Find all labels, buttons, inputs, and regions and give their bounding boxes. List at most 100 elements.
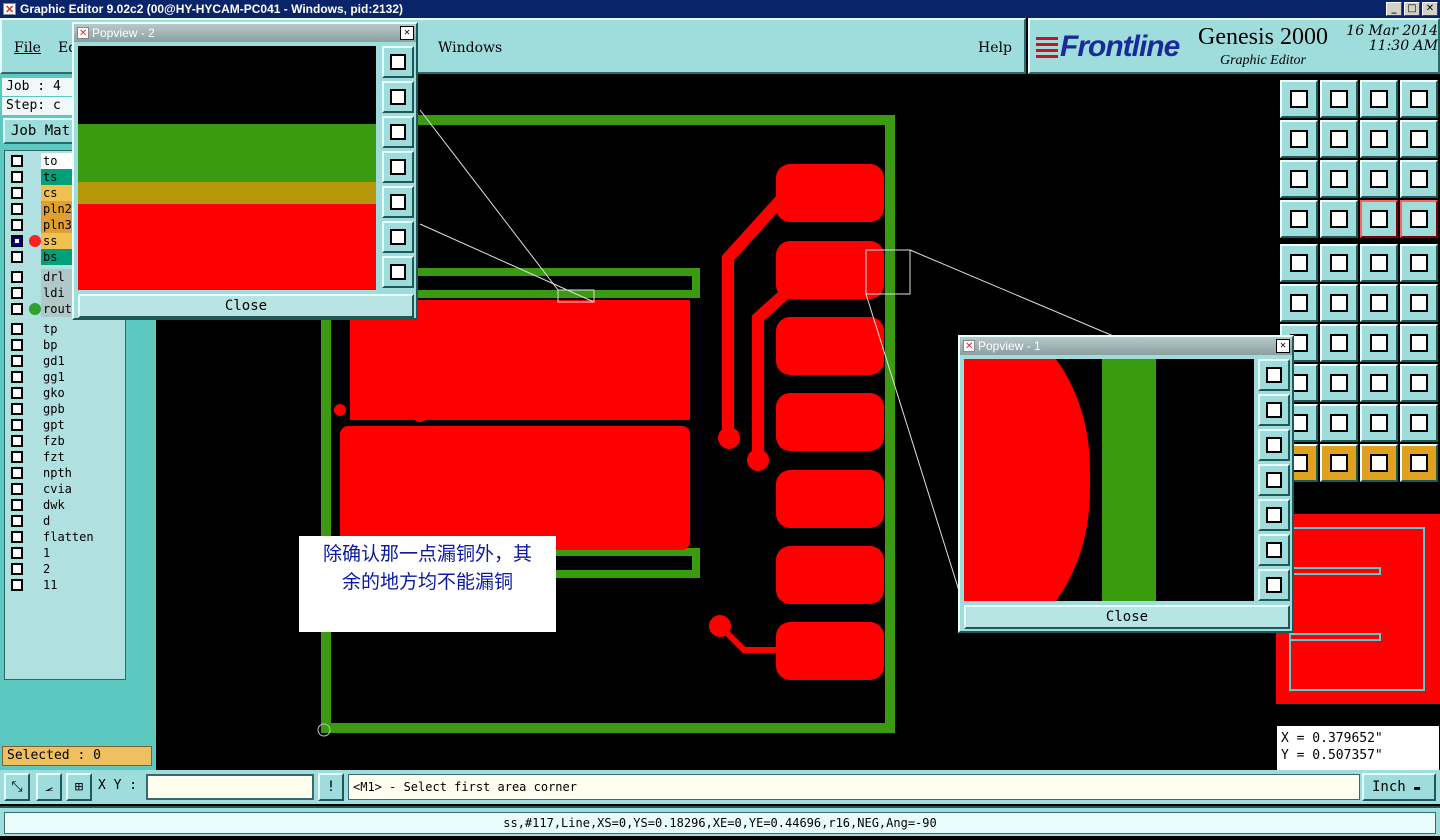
layer-swap-button[interactable] <box>1400 200 1438 238</box>
layer-checkbox[interactable] <box>11 467 23 479</box>
settings-button[interactable] <box>1280 200 1318 238</box>
popview-2-page-left-button[interactable] <box>382 151 414 183</box>
layer-checkbox[interactable] <box>11 251 23 263</box>
layer-name[interactable]: bp <box>41 337 125 353</box>
popview-2-close-button[interactable]: Close <box>78 294 414 318</box>
mini-map[interactable] <box>1276 514 1440 724</box>
units-dropdown[interactable]: Inch ▬ <box>1362 773 1436 801</box>
layer-name[interactable]: gpt <box>41 417 125 433</box>
layer-name[interactable]: 11 <box>41 577 125 593</box>
measure-icon[interactable]: ⦟ <box>36 773 62 801</box>
pan-left-button[interactable] <box>1280 120 1318 158</box>
layer-checkbox[interactable] <box>11 155 23 167</box>
help-button[interactable] <box>1400 160 1438 198</box>
popview-2-zoom-reset-button[interactable] <box>382 46 414 78</box>
maximize-button[interactable]: □ <box>1404 2 1420 16</box>
grid-button[interactable] <box>1320 200 1358 238</box>
add-pad-button[interactable] <box>1280 244 1318 282</box>
fillet-button[interactable] <box>1400 404 1438 442</box>
zoom-in-button[interactable] <box>1320 80 1358 118</box>
window-split-button[interactable] <box>1400 80 1438 118</box>
layer-name[interactable]: cvia <box>41 481 125 497</box>
layer-checkbox[interactable] <box>11 339 23 351</box>
layer-checkbox[interactable] <box>11 451 23 463</box>
layer-row-11[interactable]: 11 <box>7 577 125 593</box>
popview-2-page-up-button[interactable] <box>382 81 414 113</box>
layer-checkbox[interactable] <box>11 531 23 543</box>
layer-checkbox[interactable] <box>11 419 23 431</box>
pan-right-button[interactable] <box>1320 120 1358 158</box>
layer-checkbox[interactable] <box>11 483 23 495</box>
layer-name[interactable]: gd1 <box>41 353 125 369</box>
layer-checkbox[interactable] <box>11 219 23 231</box>
layer-row-gpt[interactable]: gpt <box>7 417 125 433</box>
arc-button[interactable] <box>1360 324 1398 362</box>
popview-1-page-left-button[interactable] <box>1258 464 1290 496</box>
center-button[interactable] <box>1320 160 1358 198</box>
layer-row-dwk[interactable]: dwk <box>7 497 125 513</box>
layer-row-gd1[interactable]: gd1 <box>7 353 125 369</box>
layer-name[interactable]: flatten <box>41 529 125 545</box>
layer-checkbox[interactable] <box>11 287 23 299</box>
draw-line-button[interactable] <box>1320 324 1358 362</box>
layer-row-gko[interactable]: gko <box>7 385 125 401</box>
menu-windows[interactable]: Windows <box>438 40 502 56</box>
layer-name[interactable]: npth <box>41 465 125 481</box>
select-box-button[interactable] <box>1320 444 1358 482</box>
undo-zoom-button[interactable] <box>1360 120 1398 158</box>
cross-arc-button[interactable] <box>1360 404 1398 442</box>
layer-checkbox[interactable] <box>11 171 23 183</box>
layer-row-2[interactable]: 2 <box>7 561 125 577</box>
connect-points-button[interactable] <box>1280 284 1318 322</box>
popview-2-zoom-fit-button[interactable] <box>382 221 414 253</box>
text-button[interactable] <box>1400 324 1438 362</box>
layer-name[interactable]: fzb <box>41 433 125 449</box>
home-view-button[interactable] <box>1280 80 1318 118</box>
layer-checkbox[interactable] <box>11 499 23 511</box>
popview-2-close-x[interactable]: ✕ <box>400 26 414 40</box>
zoom-area-icon[interactable]: ⤡ <box>4 773 30 801</box>
layer-row-bp[interactable]: bp <box>7 337 125 353</box>
resize-button[interactable] <box>1360 364 1398 402</box>
alert-icon[interactable]: ! <box>318 773 344 801</box>
window-close-button[interactable]: ✕ <box>1422 2 1438 16</box>
layer-checkbox[interactable] <box>11 271 23 283</box>
layer-checkbox[interactable] <box>11 579 23 591</box>
move-button[interactable] <box>1360 284 1398 322</box>
layer-checkbox[interactable] <box>11 355 23 367</box>
layer-row-flatten[interactable]: flatten <box>7 529 125 545</box>
popview-1-zoom-out-button[interactable] <box>1258 569 1290 601</box>
minimize-button[interactable]: _ <box>1386 2 1402 16</box>
layer-compare-button[interactable] <box>1360 200 1398 238</box>
popview-1-page-up-button[interactable] <box>1258 394 1290 426</box>
layer-checkbox[interactable] <box>11 371 23 383</box>
layer-checkbox[interactable] <box>11 387 23 399</box>
scale-1-2-button[interactable] <box>1360 160 1398 198</box>
mirror-button[interactable] <box>1320 364 1358 402</box>
popview-1-page-down-button[interactable] <box>1258 429 1290 461</box>
popview-1-close-button[interactable]: Close <box>964 605 1290 629</box>
popview-1-close-x[interactable]: ✕ <box>1276 339 1290 353</box>
layer-row-gpb[interactable]: gpb <box>7 401 125 417</box>
layer-row-gg1[interactable]: gg1 <box>7 369 125 385</box>
layer-row-d[interactable]: d <box>7 513 125 529</box>
layer-checkbox[interactable] <box>11 187 23 199</box>
xy-input[interactable] <box>146 774 314 800</box>
add-line-button[interactable] <box>1320 244 1358 282</box>
layer-checkbox[interactable] <box>11 547 23 559</box>
layer-name[interactable]: tp <box>41 321 125 337</box>
drill-button[interactable] <box>1400 364 1438 402</box>
snap-grid-icon[interactable]: ⊞ <box>66 773 92 801</box>
layer-row-cvia[interactable]: cvia <box>7 481 125 497</box>
layer-name[interactable]: dwk <box>41 497 125 513</box>
layer-checkbox[interactable] <box>11 403 23 415</box>
popview-1-page-right-button[interactable] <box>1258 499 1290 531</box>
add-surface-button[interactable] <box>1400 244 1438 282</box>
popview-2-page-down-button[interactable] <box>382 116 414 148</box>
pointer-button[interactable] <box>1360 444 1398 482</box>
layer-checkbox[interactable] <box>11 323 23 335</box>
redraw-button[interactable] <box>1400 120 1438 158</box>
layer-name[interactable]: 2 <box>41 561 125 577</box>
polygon-button[interactable] <box>1320 404 1358 442</box>
menu-file[interactable]: File <box>14 40 41 56</box>
